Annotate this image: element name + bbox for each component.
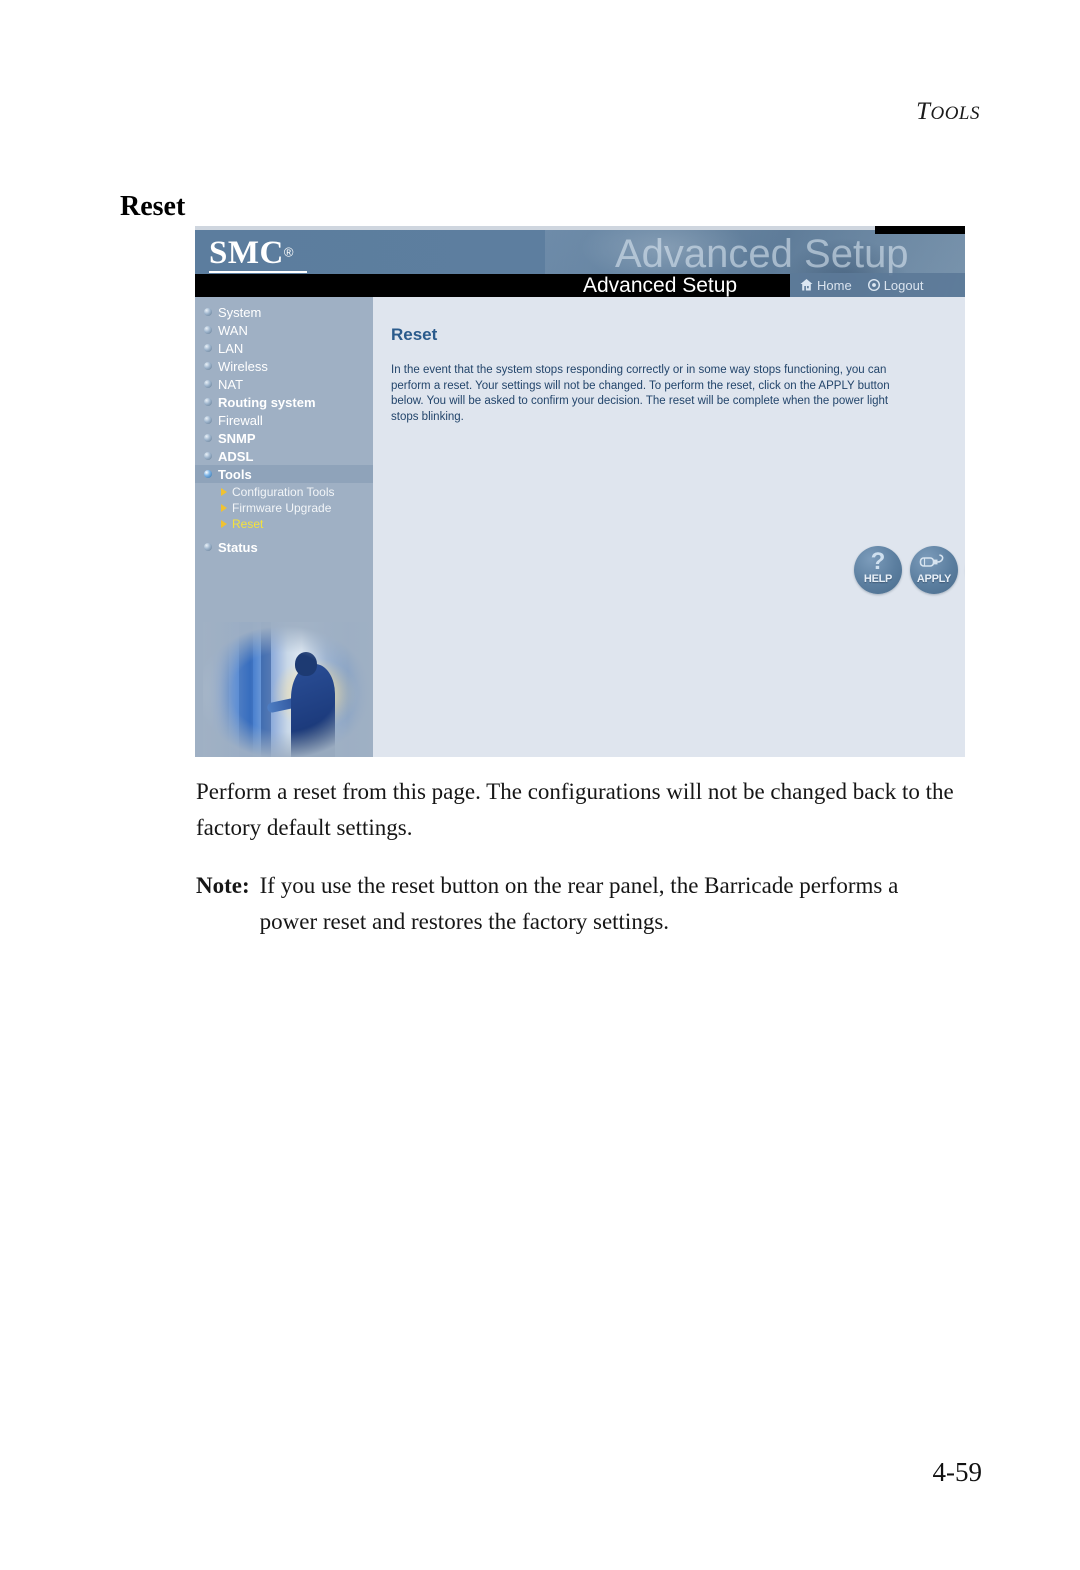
home-label: Home — [817, 277, 852, 293]
sphere-bullet-icon — [204, 416, 212, 424]
sidebar-item-label: Firewall — [218, 412, 263, 428]
sphere-bullet-icon — [204, 308, 212, 316]
sidebar-subitem-label: Configuration Tools — [232, 485, 335, 499]
note-label: Note: — [196, 873, 250, 898]
main-description: In the event that the system stops respo… — [391, 364, 890, 423]
sidebar-item-wireless[interactable]: Wireless — [195, 357, 373, 375]
sidebar-sub-list: Configuration Tools Firmware Upgrade Res… — [195, 483, 373, 532]
page-number: 4-59 — [932, 1457, 983, 1487]
photo-vignette — [195, 622, 373, 757]
plug-connector-icon — [910, 551, 958, 573]
sidebar-item-label: System — [218, 304, 262, 320]
sphere-bullet-icon — [204, 326, 212, 334]
triangle-bullet-icon — [221, 504, 227, 512]
home-button[interactable]: Home — [800, 278, 852, 293]
note-block: Note: If you use the reset button on the… — [196, 868, 956, 940]
sidebar-nav-list-tail: Status — [195, 532, 373, 556]
sphere-bullet-icon — [204, 398, 212, 406]
sphere-bullet-icon — [204, 362, 212, 370]
sphere-bullet-icon — [204, 452, 212, 460]
sidebar-item-adsl[interactable]: ADSL — [195, 447, 373, 465]
sphere-bullet-icon — [204, 380, 212, 388]
sidebar-subitem-configuration-tools[interactable]: Configuration Tools — [195, 484, 373, 500]
sidebar-item-status[interactable]: Status — [195, 538, 373, 556]
running-head-rest: OOLS — [930, 103, 980, 124]
running-head: TOOLS — [916, 98, 980, 126]
main-heading: Reset — [391, 325, 438, 344]
sidebar-item-system[interactable]: System — [195, 303, 373, 321]
sidebar-item-tools[interactable]: Tools — [195, 465, 373, 483]
ui-sidebar: System WAN LAN Wireless NAT Routing syst… — [195, 297, 373, 757]
registered-trademark-icon: ® — [283, 244, 294, 260]
smc-wordmark: SMC — [209, 235, 284, 271]
sidebar-item-label: NAT — [218, 376, 244, 392]
sidebar-subitem-label: Firmware Upgrade — [232, 501, 332, 515]
sidebar-nav-list: System WAN LAN Wireless NAT Routing syst… — [195, 297, 373, 483]
sidebar-item-label: WAN — [218, 322, 248, 338]
page-title: Reset — [120, 191, 186, 222]
sphere-bullet-icon — [204, 344, 212, 352]
sidebar-subitem-firmware-upgrade[interactable]: Firmware Upgrade — [195, 500, 373, 516]
sidebar-item-label: Routing system — [218, 394, 316, 410]
sidebar-item-lan[interactable]: LAN — [195, 339, 373, 357]
sphere-bullet-icon — [204, 543, 212, 551]
sidebar-item-label: SNMP — [218, 430, 256, 446]
note-text: If you use the reset button on the rear … — [259, 873, 899, 934]
sidebar-item-label: Wireless — [218, 358, 268, 374]
header-watermark-text: Advanced Setup — [615, 232, 909, 276]
header-nav: Home Logout — [790, 273, 965, 297]
triangle-bullet-icon — [221, 520, 227, 528]
sidebar-subitem-reset[interactable]: Reset — [195, 516, 373, 532]
apply-button[interactable]: APPLY — [910, 546, 958, 594]
sidebar-item-snmp[interactable]: SNMP — [195, 429, 373, 447]
sidebar-subitem-label: Reset — [232, 517, 264, 531]
router-ui-screenshot: Advanced Setup SMC® N e t w o r k s Adva… — [195, 226, 965, 757]
logo-rule — [209, 271, 307, 273]
sphere-bullet-icon — [204, 470, 212, 478]
home-icon — [800, 279, 813, 291]
running-head-initial: T — [916, 98, 931, 125]
sidebar-decorative-photo — [195, 622, 373, 757]
sidebar-item-routing-system[interactable]: Routing system — [195, 393, 373, 411]
sidebar-item-label: LAN — [218, 340, 244, 356]
help-button-label: HELP — [863, 573, 893, 585]
header-black-cap — [875, 226, 965, 234]
triangle-bullet-icon — [221, 488, 227, 496]
sidebar-item-label: ADSL — [218, 448, 254, 464]
sidebar-item-firewall[interactable]: Firewall — [195, 411, 373, 429]
ui-main-panel: Reset In the event that the system stops… — [373, 297, 965, 757]
body-paragraph: Perform a reset from this page. The conf… — [196, 779, 954, 840]
apply-button-label: APPLY — [916, 573, 952, 585]
logout-icon — [867, 278, 880, 292]
sidebar-item-label: Tools — [218, 466, 252, 482]
question-mark-icon: ? — [870, 548, 886, 575]
help-button[interactable]: ? HELP — [854, 546, 902, 594]
sidebar-item-label: Status — [218, 539, 258, 555]
sidebar-item-nat[interactable]: NAT — [195, 375, 373, 393]
sphere-bullet-icon — [204, 434, 212, 442]
logout-button[interactable]: Logout — [867, 277, 924, 293]
action-button-row: ? HELP APPLY — [854, 546, 965, 594]
sidebar-item-wan[interactable]: WAN — [195, 321, 373, 339]
logout-label: Logout — [883, 277, 924, 293]
header-top-rule — [195, 226, 875, 230]
header-title: Advanced Setup — [583, 274, 738, 297]
